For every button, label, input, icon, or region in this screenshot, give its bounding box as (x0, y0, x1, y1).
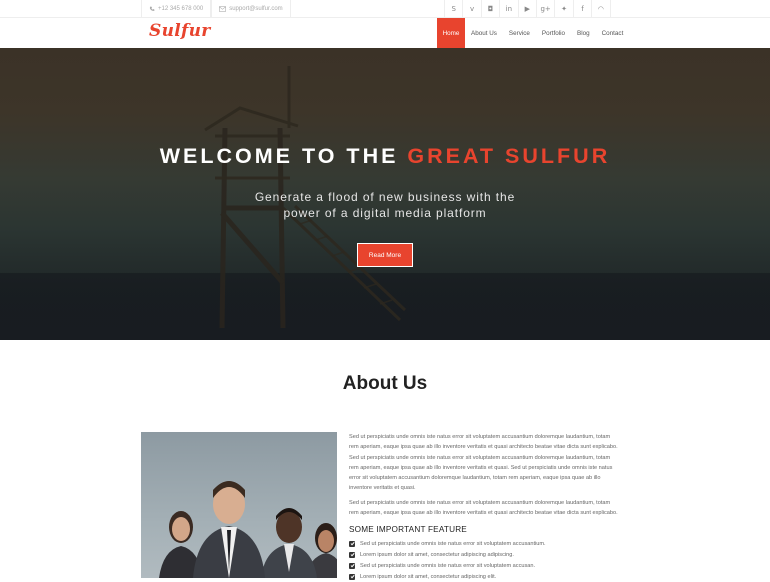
envelope-icon (219, 6, 227, 12)
contact-info: +12 345 678 000 support@sulfur.com (141, 0, 291, 18)
feature-item: Lorem ipsum dolor sit amet, consectetur … (349, 571, 621, 582)
phone-item[interactable]: +12 345 678 000 (141, 0, 212, 18)
checkbox-icon (349, 573, 355, 580)
main-nav: Home About Us Service Portfolio Blog Con… (437, 18, 629, 48)
nav-item-portfolio[interactable]: Portfolio (536, 18, 571, 48)
phone-icon (149, 6, 155, 11)
feature-item: Sed ut perspiciatis unde omnis iste natu… (349, 560, 621, 571)
business-people-image (159, 481, 337, 578)
rss-icon[interactable]: ◠ (592, 0, 611, 18)
vimeo-icon[interactable]: v (463, 0, 482, 18)
hero-subtitle-line-1: Generate a flood of new business with th… (254, 190, 516, 204)
top-bar: +12 345 678 000 support@sulfur.com S v ◘… (0, 0, 770, 18)
team-photo (141, 432, 337, 578)
linkedin-icon[interactable]: in (500, 0, 519, 18)
feature-item: Lorem ipsum dolor sit amet, consectetur … (349, 549, 621, 560)
feature-list: Sed ut perspiciatis unde omnis iste natu… (349, 538, 621, 582)
feature-text: Sed ut perspiciatis unde omnis iste natu… (360, 562, 536, 569)
google-plus-icon[interactable]: g+ (537, 0, 556, 18)
feature-item: Sed ut perspiciatis unde omnis iste natu… (349, 538, 621, 549)
feature-title: SOME IMPORTANT FEATURE (349, 525, 467, 535)
email-address: support@sulfur.com (229, 6, 283, 12)
nav-item-home[interactable]: Home (437, 18, 465, 48)
hero-subtitle-line-2: power of a digital media platform (283, 205, 487, 220)
read-more-button[interactable]: Read More (357, 243, 413, 267)
about-title: About Us (342, 373, 428, 394)
site-logo[interactable]: Sulfur (149, 21, 211, 41)
twitter-icon[interactable]: ✦ (555, 0, 574, 18)
skype-icon[interactable]: S (445, 0, 464, 18)
nav-item-service[interactable]: Service (503, 18, 536, 48)
phone-number: +12 345 678 000 (158, 6, 204, 12)
feature-text: Lorem ipsum dolor sit amet, consectetur … (360, 551, 514, 558)
hero-subtitle: Generate a flood of new business with th… (0, 190, 770, 221)
checkbox-icon (349, 562, 355, 569)
about-content: Sed ut perspiciatis unde omnis iste natu… (349, 432, 621, 582)
instagram-icon[interactable]: ◘ (482, 0, 501, 18)
feature-text: Sed ut perspiciatis unde omnis iste natu… (360, 540, 546, 547)
about-paragraph-1: Sed ut perspiciatis unde omnis iste natu… (349, 434, 618, 492)
hero-title: WELCOME TO THE GREAT SULFUR (0, 144, 770, 169)
nav-item-blog[interactable]: Blog (571, 18, 596, 48)
social-links: S v ◘ in ▶ g+ ✦ f ◠ (444, 0, 611, 18)
checkbox-icon (349, 540, 355, 547)
checkbox-icon (349, 551, 355, 558)
nav-item-about-us[interactable]: About Us (465, 18, 503, 48)
hero-title-main: WELCOME TO THE (159, 144, 408, 168)
facebook-icon[interactable]: f (574, 0, 593, 18)
nav-item-contact[interactable]: Contact (596, 18, 630, 48)
youtube-icon[interactable]: ▶ (519, 0, 537, 18)
hero-banner: WELCOME TO THE GREAT SULFUR Generate a f… (0, 48, 770, 340)
main-header: Sulfur Home About Us Service Portfolio B… (0, 18, 770, 48)
about-paragraph-2: Sed ut perspiciatis unde omnis iste natu… (349, 499, 618, 517)
email-item[interactable]: support@sulfur.com (211, 0, 291, 18)
feature-text: Lorem ipsum dolor sit amet, consectetur … (360, 573, 497, 580)
hero-title-accent: GREAT SULFUR (407, 144, 611, 168)
